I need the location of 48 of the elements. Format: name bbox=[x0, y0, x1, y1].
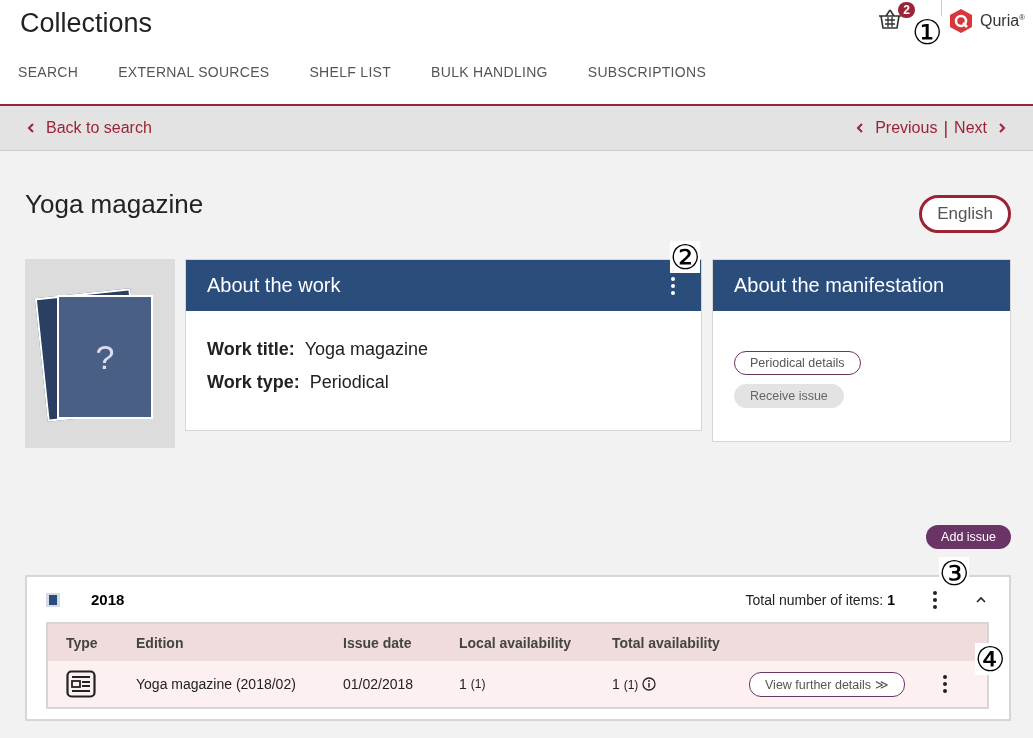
callout-number: ③ bbox=[939, 557, 970, 589]
column-header: Type bbox=[65, 634, 99, 651]
next-link[interactable]: Next bbox=[954, 119, 1007, 137]
table-cell-text: 1 (1) bbox=[458, 676, 487, 692]
basket-icon[interactable] bbox=[876, 8, 903, 30]
column-header: Local availability bbox=[458, 634, 573, 651]
callout-number: ① bbox=[912, 16, 943, 48]
cover-placeholder-drawing: ? bbox=[25, 259, 175, 448]
field-value: Yoga magazine bbox=[304, 339, 429, 360]
table-cell-text: Yoga magazine (2018/02) bbox=[135, 676, 297, 692]
nav-tab[interactable]: BULK HANDLING bbox=[421, 58, 558, 90]
view-details-button[interactable]: View further details ≫ bbox=[749, 671, 905, 697]
add-issue-button[interactable]: Add issue bbox=[926, 525, 1011, 549]
card-title: About the manifestation bbox=[734, 274, 945, 297]
page-title: Collections bbox=[20, 8, 153, 39]
callout-number: ② bbox=[670, 241, 701, 273]
callout-number: ④ bbox=[975, 643, 1006, 675]
column-header: Total availability bbox=[611, 634, 721, 651]
field-label: Work type: bbox=[207, 372, 300, 393]
magazine-icon bbox=[46, 592, 60, 607]
logo-text: Quria$^{®}$ bbox=[979, 12, 1025, 30]
chevron-left-icon bbox=[855, 122, 866, 134]
nav-tab[interactable]: SEARCH bbox=[8, 58, 89, 90]
total-items-label: Total number of items: bbox=[745, 591, 884, 608]
table-cell-text: 01/02/2018 bbox=[342, 676, 415, 692]
previous-link[interactable]: Previous bbox=[855, 119, 938, 137]
nav-tab[interactable]: SUBSCRIPTIONS bbox=[577, 58, 717, 90]
total-items-count: 1 bbox=[887, 591, 895, 608]
logo-icon bbox=[949, 9, 972, 33]
info-icon[interactable] bbox=[642, 677, 657, 691]
newspaper-icon bbox=[66, 670, 96, 698]
card-title: About the work bbox=[207, 274, 341, 297]
language-button[interactable]: English bbox=[919, 195, 1011, 233]
chevron-left-icon bbox=[26, 122, 36, 134]
chevron-right-icon bbox=[997, 122, 1007, 134]
back-link[interactable]: Back to search bbox=[26, 119, 152, 137]
nav-tab[interactable]: EXTERNAL SOURCES bbox=[108, 58, 280, 90]
action-button[interactable]: Periodical details bbox=[734, 351, 861, 375]
column-header: Edition bbox=[135, 634, 185, 651]
nav-tab[interactable]: SHELF LIST bbox=[299, 58, 402, 90]
record-title: Yoga magazine bbox=[25, 189, 204, 220]
basket-count-badge: 2 bbox=[898, 2, 915, 18]
field-value: Periodical bbox=[309, 372, 389, 393]
year-label: 2018 bbox=[91, 591, 126, 608]
field-label: Work title: bbox=[207, 339, 295, 360]
column-header: Issue date bbox=[342, 634, 413, 651]
link-separator: | bbox=[943, 117, 949, 139]
table-cell: 1 (1) bbox=[612, 676, 639, 692]
